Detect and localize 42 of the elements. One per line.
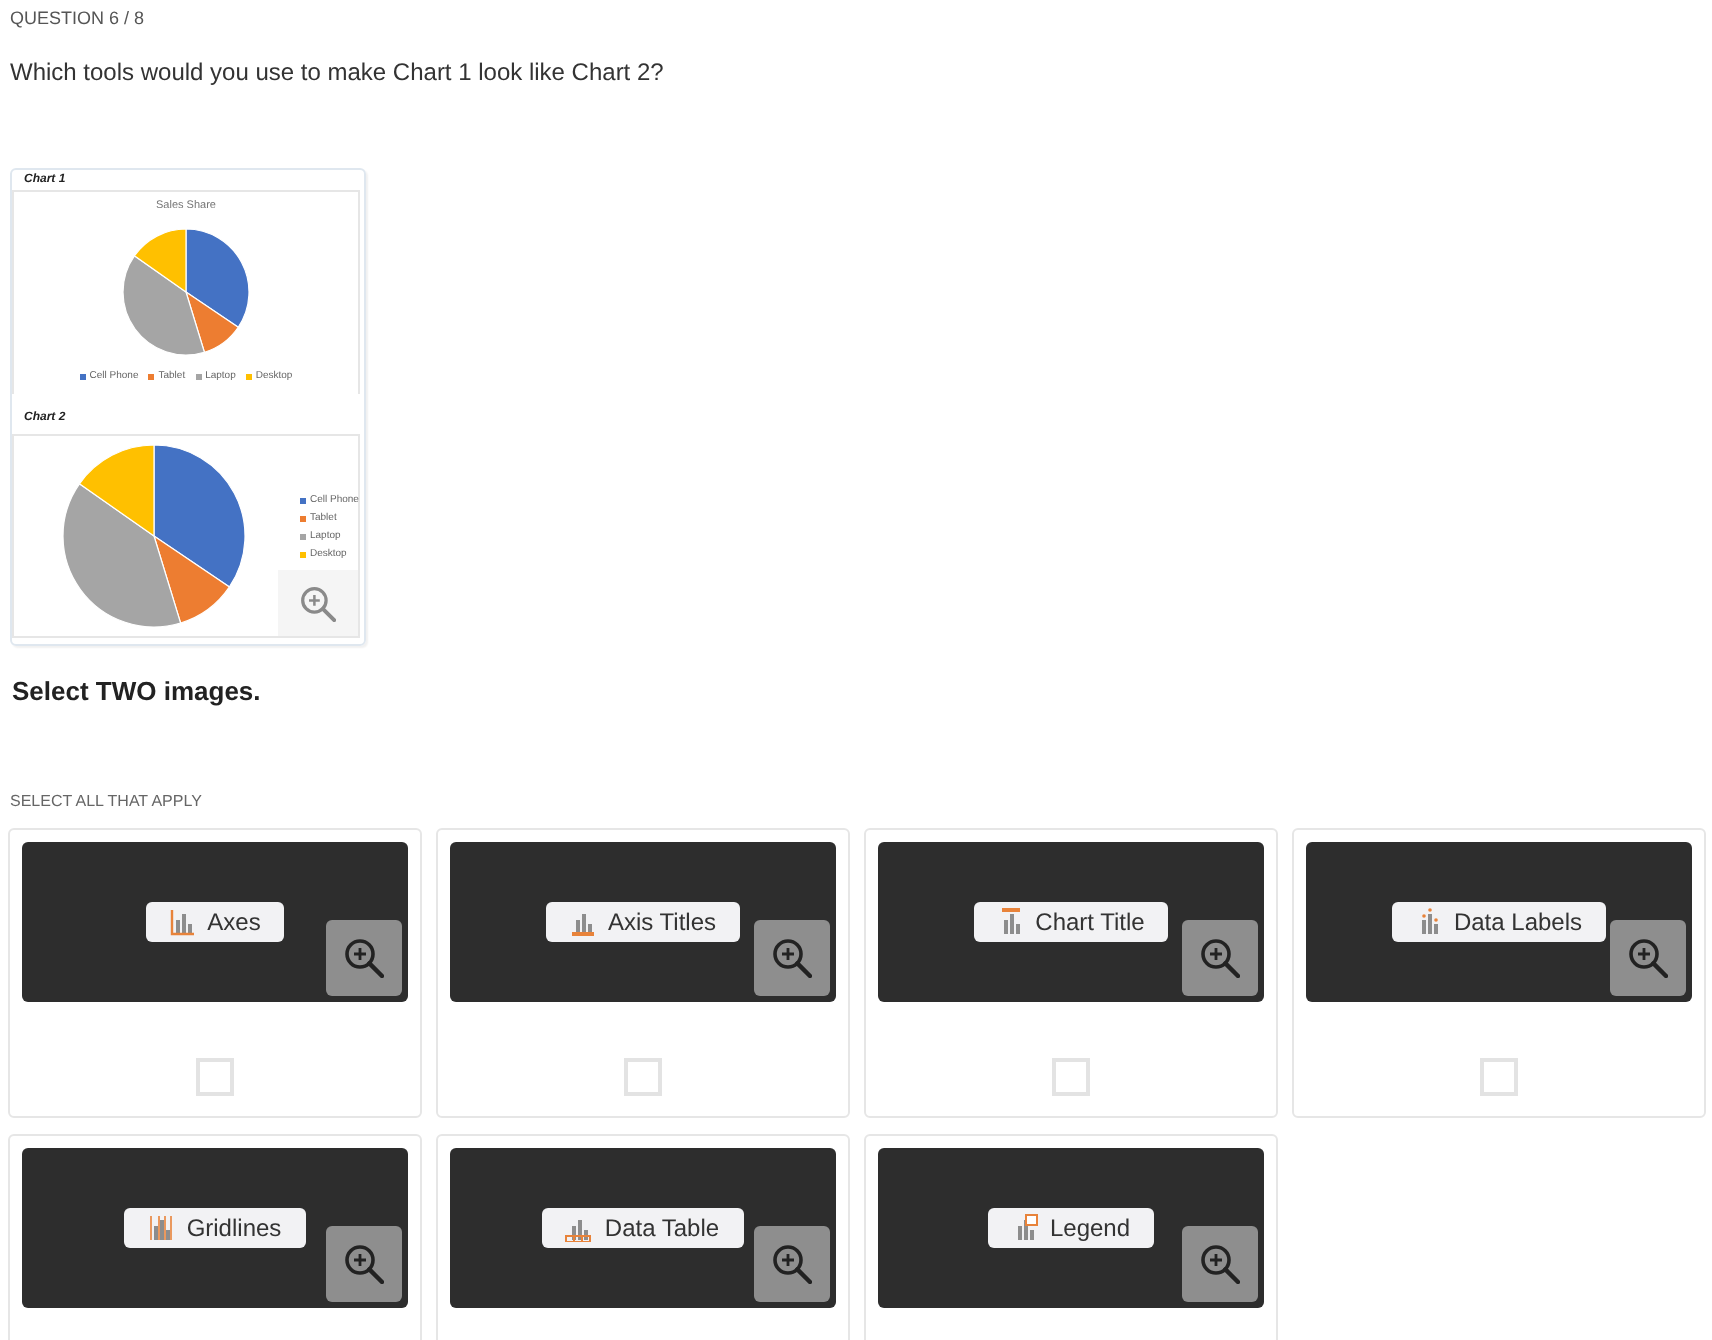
checkbox[interactable] xyxy=(1052,1058,1090,1096)
zoom-in-button[interactable] xyxy=(326,920,402,996)
tool-label: Gridlines xyxy=(186,1214,282,1242)
question-counter: QUESTION 6 / 8 xyxy=(10,6,145,32)
zoom-in-button[interactable] xyxy=(326,1226,402,1302)
tool-label: Legend xyxy=(1049,1214,1131,1242)
tool-label: Data Table xyxy=(604,1214,720,1242)
zoom-in-icon xyxy=(772,1244,812,1284)
zoom-in-icon xyxy=(772,938,812,978)
option-card[interactable]: Axis Titles xyxy=(436,828,850,1118)
tool-label: Axis Titles xyxy=(607,908,716,936)
option-card[interactable]: Data Table xyxy=(436,1134,850,1340)
checkbox[interactable] xyxy=(624,1058,662,1096)
zoom-in-icon xyxy=(344,1244,384,1284)
question-prompt: Which tools would you use to make Chart 1 look like Chart 2? xyxy=(10,56,664,88)
zoom-in-icon xyxy=(1200,938,1240,978)
zoom-in-button[interactable] xyxy=(1610,920,1686,996)
bar-chart-icon xyxy=(567,908,596,936)
bar-chart-icon xyxy=(564,1214,593,1242)
tool-label: Chart Title xyxy=(1035,908,1145,936)
bar-chart-icon xyxy=(146,1214,175,1242)
option-card[interactable]: Legend xyxy=(864,1134,1278,1340)
checkbox[interactable] xyxy=(196,1058,234,1096)
option-card[interactable]: Gridlines xyxy=(8,1134,422,1340)
bar-chart-icon xyxy=(167,908,196,936)
answer-hint: SELECT ALL THAT APPLY xyxy=(10,790,202,814)
zoom-in-icon xyxy=(344,938,384,978)
instruction-text: Select TWO images. xyxy=(12,674,261,710)
tool-label: Axes xyxy=(207,908,261,936)
zoom-in-button[interactable] xyxy=(278,570,358,636)
zoom-in-icon xyxy=(1200,1244,1240,1284)
option-card[interactable]: Data Labels xyxy=(1292,828,1706,1118)
zoom-in-icon xyxy=(300,585,336,621)
checkbox[interactable] xyxy=(1480,1058,1518,1096)
option-card[interactable]: Chart Title xyxy=(864,828,1278,1118)
zoom-in-icon xyxy=(1628,938,1668,978)
zoom-in-button[interactable] xyxy=(1182,1226,1258,1302)
tool-label: Data Labels xyxy=(1453,908,1583,936)
zoom-in-button[interactable] xyxy=(754,1226,830,1302)
zoom-in-button[interactable] xyxy=(1182,920,1258,996)
zoom-in-button[interactable] xyxy=(754,920,830,996)
option-card[interactable]: Axes xyxy=(8,828,422,1118)
